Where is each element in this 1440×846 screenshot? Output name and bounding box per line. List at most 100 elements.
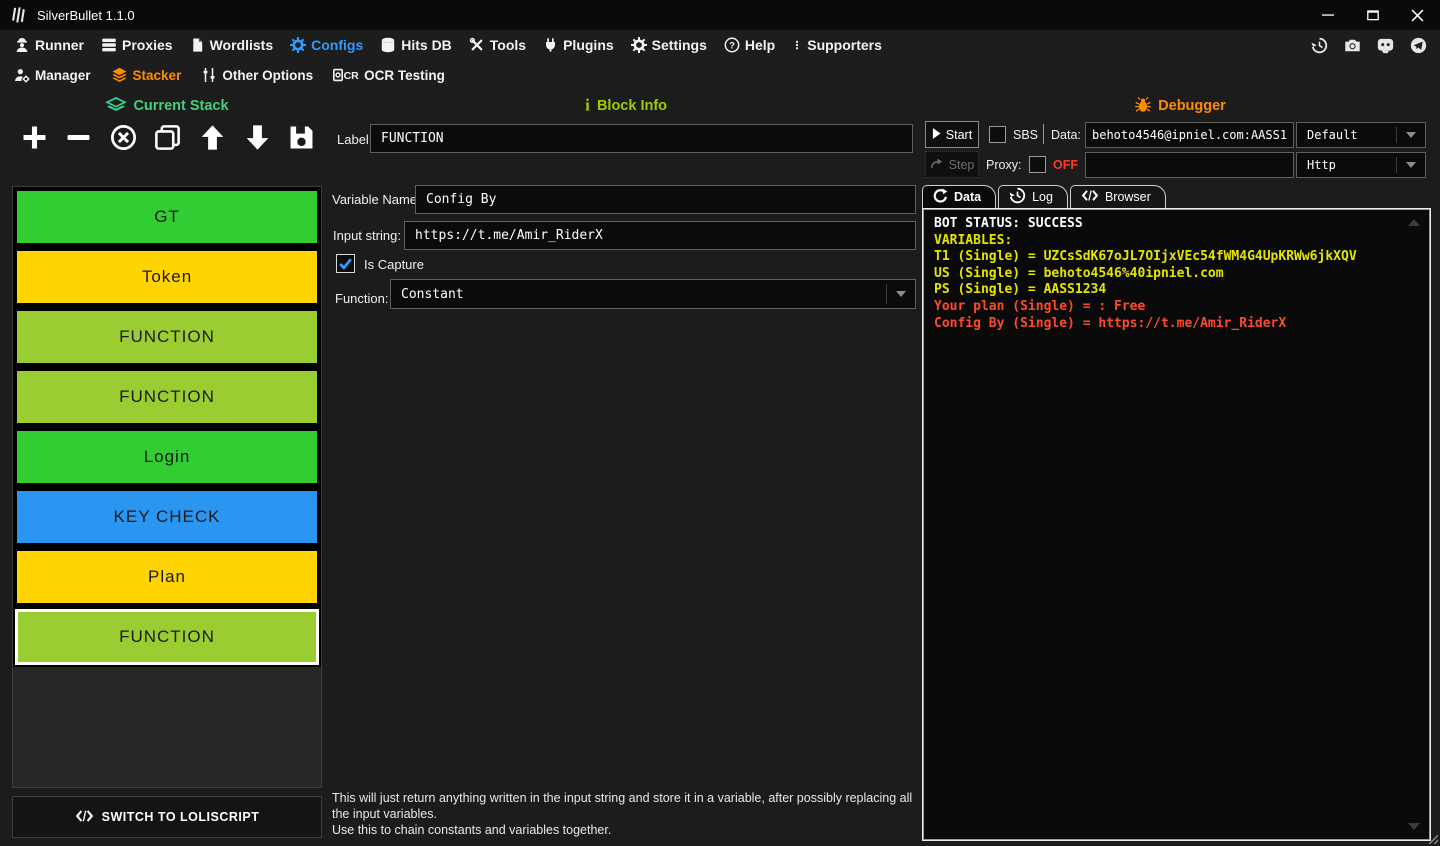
- configs-subnav: Manager Stacker Other Options CROCR Testing: [0, 60, 1440, 90]
- variable-name-caption: Variable Name:: [332, 192, 421, 207]
- wordlist-type-dropdown[interactable]: Default: [1296, 122, 1426, 148]
- proxy-checkbox[interactable]: [1029, 156, 1046, 173]
- tab-data[interactable]: Data: [922, 185, 996, 208]
- stack-block-function[interactable]: FUNCTION: [17, 371, 317, 423]
- proxy-input[interactable]: [1085, 152, 1294, 178]
- scroll-down-icon[interactable]: [1408, 823, 1420, 830]
- is-capture-checkbox[interactable]: [336, 254, 355, 273]
- tab-browser[interactable]: Browser: [1070, 185, 1166, 208]
- history-icon: [1009, 187, 1026, 207]
- subnav-item-ocr-testing[interactable]: CROCR Testing: [333, 67, 445, 83]
- app-logo-icon: [10, 6, 28, 24]
- label-input[interactable]: [370, 124, 913, 153]
- block-description: This will just return anything written i…: [332, 790, 918, 838]
- subnav-item-other-options[interactable]: Other Options: [201, 67, 313, 83]
- current-stack-title: Current Stack: [133, 98, 228, 114]
- menu-item-settings[interactable]: Settings: [631, 37, 707, 53]
- discord-icon[interactable]: [1373, 33, 1397, 57]
- ocr-icon: CR: [333, 67, 359, 83]
- proxy-type-value: Http: [1297, 158, 1396, 172]
- clone-block-button[interactable]: [152, 124, 184, 156]
- main-menu: Runner Proxies Wordlists Configs Hits DB Tool…: [0, 30, 1440, 60]
- stack-block-function[interactable]: FUNCTION: [17, 311, 317, 363]
- layers-diamond-icon: [105, 97, 127, 116]
- help-icon: ?: [724, 37, 740, 53]
- wordlist-type-value: Default: [1297, 128, 1396, 142]
- step-button[interactable]: Step: [925, 151, 979, 178]
- log-line: Your plan (Single) = : Free: [934, 299, 1419, 316]
- label-caption: Label:: [337, 132, 372, 147]
- debug-data-input[interactable]: [1085, 122, 1294, 148]
- save-config-button[interactable]: [286, 124, 318, 156]
- tab-log[interactable]: Log: [998, 185, 1068, 208]
- stack-list: GT Token FUNCTION FUNCTION Login KEY CHECK Pla…: [12, 186, 322, 788]
- history-icon[interactable]: [1307, 33, 1331, 57]
- manager-icon: [14, 67, 30, 83]
- proxy-type-dropdown[interactable]: Http: [1296, 152, 1426, 178]
- switch-to-loliscript-button[interactable]: SWITCH TO LOLISCRIPT: [12, 796, 322, 838]
- menu-item-plugins[interactable]: Plugins: [543, 37, 614, 53]
- code-icon: [75, 810, 94, 825]
- start-button[interactable]: Start: [925, 121, 979, 148]
- refresh-icon: [933, 188, 948, 206]
- remove-block-button[interactable]: [63, 124, 95, 156]
- menu-item-help[interactable]: ?Help: [724, 37, 775, 53]
- stack-block-key-check[interactable]: KEY CHECK: [17, 491, 317, 543]
- play-icon: [932, 128, 941, 142]
- menu-item-wordlists[interactable]: Wordlists: [190, 37, 274, 53]
- proxy-caption: Proxy:: [986, 158, 1021, 172]
- code-icon: [1081, 190, 1099, 204]
- stack-toolbar: [18, 122, 318, 158]
- maximize-button[interactable]: [1350, 0, 1395, 30]
- subnav-item-manager[interactable]: Manager: [14, 67, 91, 83]
- chevron-down-icon: [1397, 132, 1425, 138]
- circle-x-icon: [110, 124, 137, 156]
- menu-item-hits-db[interactable]: Hits DB: [380, 37, 452, 53]
- input-string-input[interactable]: [404, 221, 916, 250]
- move-up-button[interactable]: [197, 124, 229, 156]
- menu-item-proxies[interactable]: Proxies: [101, 37, 173, 53]
- function-dropdown[interactable]: Constant: [390, 279, 916, 309]
- debugger-tabs: DataLogBrowser: [922, 185, 1166, 208]
- gear-icon: [631, 37, 647, 53]
- step-arrow-icon: [930, 158, 944, 172]
- function-value: Constant: [391, 287, 886, 302]
- minimize-button[interactable]: [1305, 0, 1350, 30]
- camera-icon[interactable]: [1340, 33, 1364, 57]
- menu-item-tools[interactable]: Tools: [469, 37, 526, 53]
- separator: [1043, 124, 1044, 144]
- bug-icon: [1134, 96, 1152, 117]
- minus-icon: [65, 124, 92, 156]
- log-line: Config By (Single) = https://t.me/Amir_R…: [934, 316, 1419, 333]
- sbs-checkbox[interactable]: [989, 126, 1006, 143]
- close-button[interactable]: [1395, 0, 1440, 30]
- debugger-header: Debugger: [920, 94, 1440, 118]
- stack-block-token[interactable]: Token: [17, 251, 317, 303]
- menu-item-supporters[interactable]: Supporters: [792, 37, 882, 53]
- scroll-up-icon[interactable]: [1408, 219, 1420, 226]
- subnav-item-stacker[interactable]: Stacker: [111, 67, 182, 83]
- stack-block-function[interactable]: FUNCTION: [17, 611, 317, 663]
- stack-block-plan[interactable]: Plan: [17, 551, 317, 603]
- title-bar: SilverBullet 1.1.0: [0, 0, 1440, 30]
- stack-block-gt[interactable]: GT: [17, 191, 317, 243]
- log-line: T1 (Single) = UZCsSdK67oJL7OIjxVEc54fWM4…: [934, 249, 1419, 266]
- telegram-icon[interactable]: [1406, 33, 1430, 57]
- move-down-button[interactable]: [241, 124, 273, 156]
- variable-name-input[interactable]: [415, 185, 916, 214]
- save-icon: [288, 124, 315, 156]
- add-block-button[interactable]: [18, 124, 50, 156]
- sbs-label: SBS: [1013, 128, 1038, 142]
- server-icon: [101, 37, 117, 53]
- menu-item-runner[interactable]: Runner: [14, 37, 84, 53]
- menu-item-configs[interactable]: Configs: [290, 37, 363, 53]
- debug-log-panel: BOT STATUS: SUCCESSVARIABLES:T1 (Single)…: [922, 208, 1431, 841]
- stack-block-login[interactable]: Login: [17, 431, 317, 483]
- debug-log-content[interactable]: BOT STATUS: SUCCESSVARIABLES:T1 (Single)…: [923, 209, 1430, 840]
- copy-icon: [154, 124, 181, 156]
- svg-text:CR: CR: [344, 70, 359, 82]
- info-icon: i: [583, 96, 592, 117]
- document-icon: [190, 37, 205, 53]
- chevron-down-icon: [887, 291, 915, 297]
- disable-block-button[interactable]: [107, 124, 139, 156]
